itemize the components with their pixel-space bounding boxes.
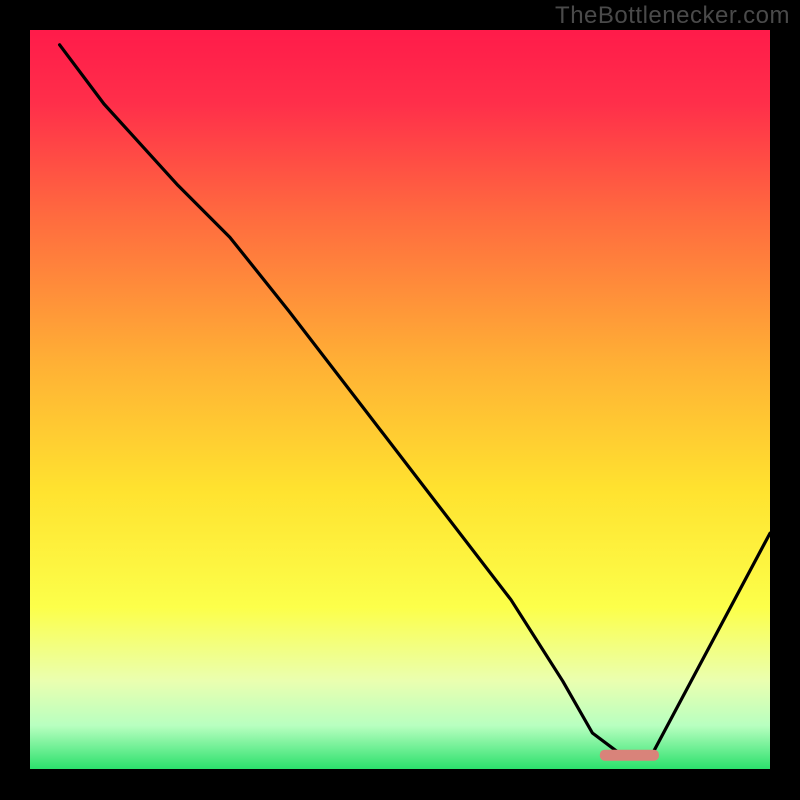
chart-svg — [0, 0, 800, 800]
optimal-range-marker — [600, 750, 659, 761]
gradient-background — [30, 30, 770, 770]
chart-frame: TheBottlenecker.com — [0, 0, 800, 800]
